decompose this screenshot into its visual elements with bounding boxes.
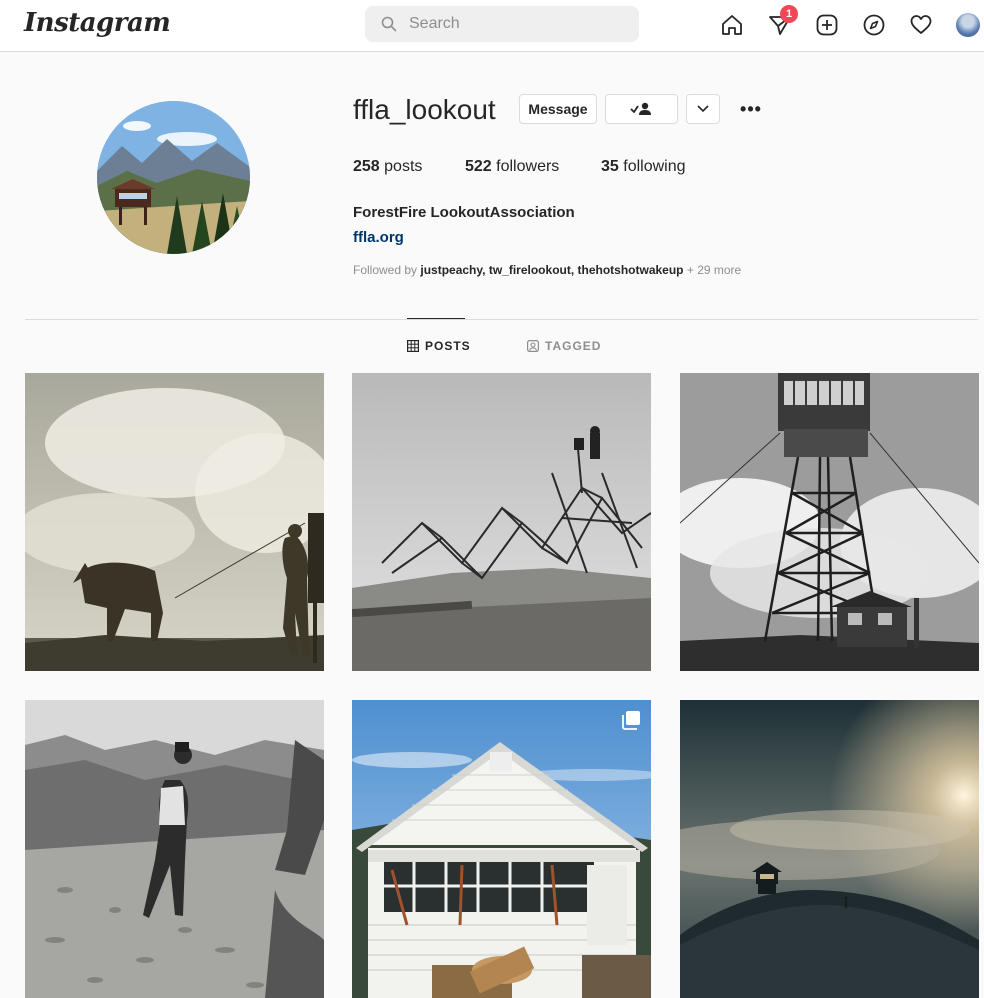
grid-icon: [407, 340, 419, 352]
instagram-logo[interactable]: Instagram: [24, 8, 171, 38]
followed-by-more: + 29 more: [686, 263, 742, 277]
following-label: following: [623, 158, 686, 175]
tabs-divider: [25, 319, 978, 320]
profile-full-name: ForestFire LookoutAssociation: [353, 204, 575, 221]
following-count: 35: [601, 158, 619, 175]
active-tab-indicator: [407, 318, 465, 319]
following-stat[interactable]: 35 following: [601, 158, 686, 176]
top-navbar: Instagram 1: [0, 0, 984, 52]
following-button[interactable]: [605, 94, 678, 124]
post-thumbnail-lookout-tower[interactable]: [680, 373, 979, 671]
profile-avatar-large[interactable]: [97, 101, 250, 254]
profile-website-link[interactable]: ffla.org: [353, 229, 404, 246]
posts-label: posts: [384, 158, 423, 175]
explore-icon[interactable]: [860, 11, 888, 39]
followed-by-users: justpeachy, tw_firelookout, thehotshotwa…: [420, 263, 684, 277]
suggestions-dropdown-button[interactable]: [686, 94, 720, 124]
search-input[interactable]: [409, 14, 619, 34]
tab-posts[interactable]: POSTS: [407, 339, 471, 353]
search-icon: [381, 16, 397, 32]
followed-by-text[interactable]: Followed by justpeachy, tw_firelookout, …: [353, 263, 741, 277]
post-thumbnail-man-with-binoculars[interactable]: [25, 700, 324, 998]
followers-count: 522: [465, 158, 492, 175]
profile-username: ffla_lookout: [353, 94, 496, 125]
post-thumbnail-horse-and-ranger[interactable]: [25, 373, 324, 671]
direct-icon[interactable]: 1: [766, 5, 798, 39]
post-thumbnail-white-cabin[interactable]: [352, 700, 651, 998]
following-check-icon: [629, 102, 651, 115]
posts-count: 258: [353, 158, 380, 175]
home-icon[interactable]: [718, 11, 746, 39]
notification-badge: 1: [780, 5, 798, 23]
multiple-images-icon: [622, 711, 640, 730]
message-button[interactable]: Message: [519, 94, 597, 124]
followers-label: followers: [496, 158, 560, 175]
tab-posts-label: POSTS: [425, 339, 471, 353]
followers-stat[interactable]: 522 followers: [465, 158, 559, 176]
tagged-person-icon: [527, 340, 539, 352]
activity-heart-icon[interactable]: [907, 11, 935, 39]
post-thumbnail-tower-construction[interactable]: [352, 373, 651, 671]
followed-by-prefix: Followed by: [353, 263, 418, 277]
tab-tagged-label: TAGGED: [545, 339, 602, 353]
posts-stat: 258 posts: [353, 158, 422, 176]
new-post-icon[interactable]: [813, 11, 841, 39]
more-options-icon[interactable]: •••: [738, 98, 764, 120]
post-thumbnail-foggy-lookout[interactable]: [680, 700, 979, 998]
search-box[interactable]: [365, 6, 639, 42]
chevron-down-icon: [697, 105, 709, 113]
profile-avatar[interactable]: [954, 11, 982, 39]
tab-tagged[interactable]: TAGGED: [527, 339, 601, 353]
